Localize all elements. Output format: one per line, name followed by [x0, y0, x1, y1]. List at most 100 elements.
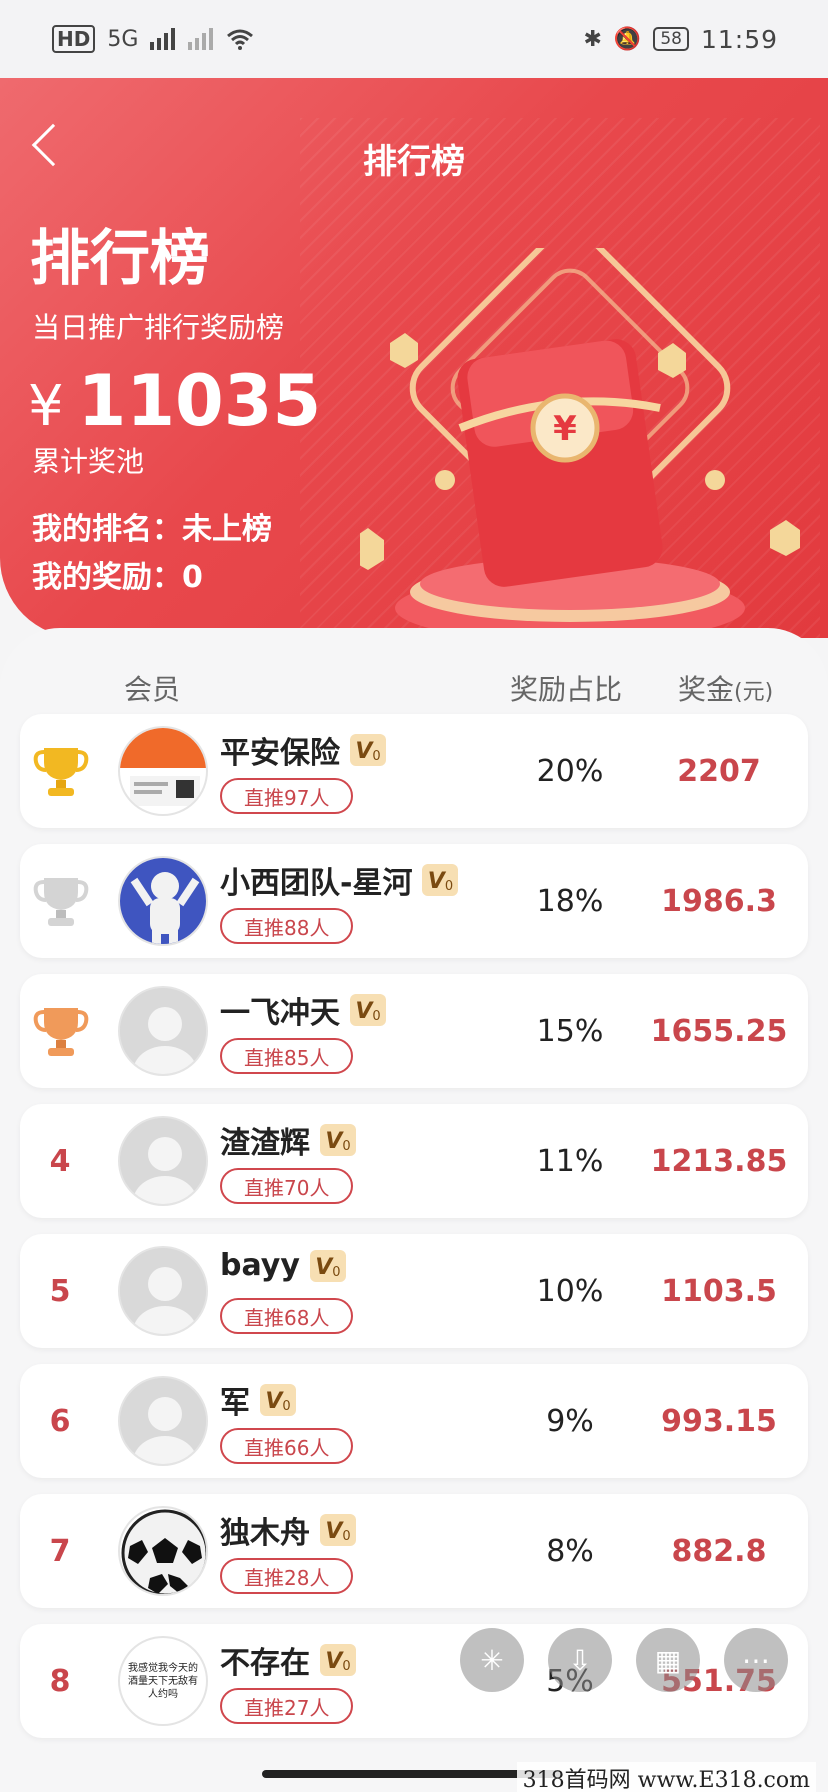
member-name-text: 独木舟 — [220, 1516, 310, 1551]
member-name-text: 一飞冲天 — [220, 996, 340, 1031]
vip-level: 0 — [372, 749, 381, 764]
silver-trophy-icon — [33, 878, 89, 926]
vip-letter: V — [355, 739, 373, 764]
column-ratio: 奖励占比 — [510, 673, 623, 706]
member-name-text: 军 — [220, 1386, 250, 1421]
prize-pool: ¥ 11035 — [28, 360, 321, 442]
vip-level: 0 — [372, 1009, 381, 1024]
avatar — [118, 726, 208, 816]
reward-amount: 1103.5 — [661, 1273, 777, 1309]
member-name-text: bayy — [220, 1248, 300, 1283]
member-name: 平安保险 V0 — [220, 728, 386, 772]
my-reward: 我的奖励：0 — [32, 560, 203, 595]
gold-trophy-icon — [33, 748, 89, 796]
column-headers: 会员 奖励占比 奖金(元) — [0, 668, 828, 708]
referral-tag: 直推97人 — [220, 778, 354, 814]
referral-tag: 直推70人 — [220, 1168, 354, 1204]
vip-level: 0 — [444, 879, 454, 894]
reward-ratio: 9% — [546, 1403, 594, 1439]
vip-letter: V — [325, 1129, 343, 1154]
reward-ratio: 10% — [536, 1273, 604, 1309]
vip-letter: V — [265, 1389, 283, 1414]
reward-amount: 1213.85 — [650, 1143, 788, 1179]
table-row[interactable]: 平安保险 V0 直推97人 20% 2207 — [20, 714, 808, 828]
rank-number: 5 — [49, 1273, 71, 1309]
table-row[interactable]: 7 独木舟 V0 直推28人 8% 882.8 — [20, 1494, 808, 1608]
reward-ratio: 18% — [536, 883, 604, 919]
nav-title: 排行榜 — [363, 142, 465, 182]
vip-badge: V0 — [422, 864, 459, 896]
grid-icon[interactable]: ▦ — [636, 1628, 700, 1692]
download-icon[interactable]: ⇩ — [548, 1628, 612, 1692]
pool-amount-value: 11035 — [77, 360, 322, 442]
avatar — [118, 1506, 208, 1596]
vip-level: 0 — [342, 1139, 351, 1154]
battery-icon: 58 — [653, 27, 689, 51]
rank-number: 7 — [49, 1533, 71, 1569]
table-row[interactable]: 一飞冲天 V0 直推85人 15% 1655.25 — [20, 974, 808, 1088]
vip-badge: V0 — [350, 994, 386, 1026]
rank-number: 6 — [49, 1403, 71, 1439]
avatar — [118, 1116, 208, 1206]
spark-icon[interactable]: ✳ — [460, 1628, 524, 1692]
bluetooth-icon: ✱ — [583, 26, 602, 52]
red-envelope-illustration: ¥ — [360, 248, 800, 638]
vip-letter: V — [325, 1519, 343, 1544]
reward-ratio: 20% — [536, 753, 604, 789]
vip-level: 0 — [332, 1264, 341, 1280]
hero-header: 排行榜 排行榜 当日推广排行奖励榜 ¥ 11035 累计奖池 我的排名：未上榜 … — [0, 78, 828, 638]
referral-tag: 直推85人 — [220, 1038, 354, 1074]
table-row[interactable]: 4 渣渣辉 V0 直推70人 11% 1213.85 — [20, 1104, 808, 1218]
svg-text:¥: ¥ — [553, 409, 577, 449]
more-icon[interactable]: ⋯ — [724, 1628, 788, 1692]
avatar — [118, 1376, 208, 1466]
avatar: 我感觉我今天的酒量天下无敌有人约吗 — [118, 1636, 208, 1726]
table-row[interactable]: 5 bayy V0 直推68人 10% 1103.5 — [20, 1234, 808, 1348]
reward-amount: 2207 — [677, 753, 761, 789]
reward-amount: 1655.25 — [650, 1013, 788, 1049]
vip-badge: V0 — [320, 1514, 356, 1546]
reward-ratio: 11% — [536, 1143, 604, 1179]
status-right: ✱ 🔕 58 11:59 — [583, 25, 778, 54]
column-amount-label: 奖金 — [678, 673, 735, 706]
wifi-icon — [227, 29, 254, 50]
vip-badge: V0 — [320, 1644, 356, 1676]
vip-badge: V0 — [320, 1124, 356, 1156]
vip-badge: V0 — [309, 1249, 346, 1282]
network-label: 5G — [107, 26, 139, 52]
vip-badge: V0 — [260, 1384, 296, 1416]
referral-tag: 直推27人 — [220, 1688, 354, 1724]
clock: 11:59 — [700, 24, 778, 54]
signal-icon — [150, 28, 176, 50]
ranking-panel: 会员 奖励占比 奖金(元) 平安保险 V0 直推97人 20% 2207 小西团… — [0, 628, 828, 1792]
avatar — [118, 986, 208, 1076]
reward-ratio: 8% — [546, 1533, 594, 1569]
table-row[interactable]: 6 军 V0 直推66人 9% 993.15 — [20, 1364, 808, 1478]
vip-letter: V — [355, 999, 373, 1024]
reward-amount: 882.8 — [671, 1533, 767, 1569]
member-name: 独木舟 V0 — [220, 1508, 356, 1552]
vip-letter: V — [315, 1254, 333, 1280]
watermark: 318首码网 www.E318.com — [516, 1762, 816, 1792]
reward-amount: 993.15 — [661, 1403, 777, 1439]
rank-number: 4 — [49, 1143, 71, 1179]
table-row[interactable]: 小西团队-星河 V0 直推88人 18% 1986.3 — [20, 844, 808, 958]
referral-tag: 直推66人 — [220, 1428, 354, 1464]
status-bar: HD 5G ✱ 🔕 58 11:59 — [0, 0, 828, 78]
reward-ratio: 15% — [536, 1013, 604, 1049]
hd-indicator: HD — [52, 25, 96, 53]
member-name: 不存在 V0 — [220, 1638, 356, 1682]
member-name-text: 不存在 — [220, 1646, 310, 1681]
avatar-text: 我感觉我今天的酒量天下无敌有人约吗 — [128, 1662, 198, 1700]
avatar — [118, 1246, 208, 1336]
member-name: 一飞冲天 V0 — [220, 988, 386, 1032]
mute-bell-icon: 🔕 — [613, 26, 642, 52]
hero-subtitle: 当日推广排行奖励榜 — [32, 311, 285, 344]
vip-letter: V — [427, 869, 445, 894]
vip-badge: V0 — [350, 734, 386, 766]
pool-label: 累计奖池 — [32, 445, 145, 478]
member-name-text: 小西团队-星河 — [220, 866, 413, 901]
member-name-text: 平安保险 — [220, 736, 340, 771]
reward-amount: 1986.3 — [661, 883, 777, 919]
vip-letter: V — [325, 1649, 343, 1674]
